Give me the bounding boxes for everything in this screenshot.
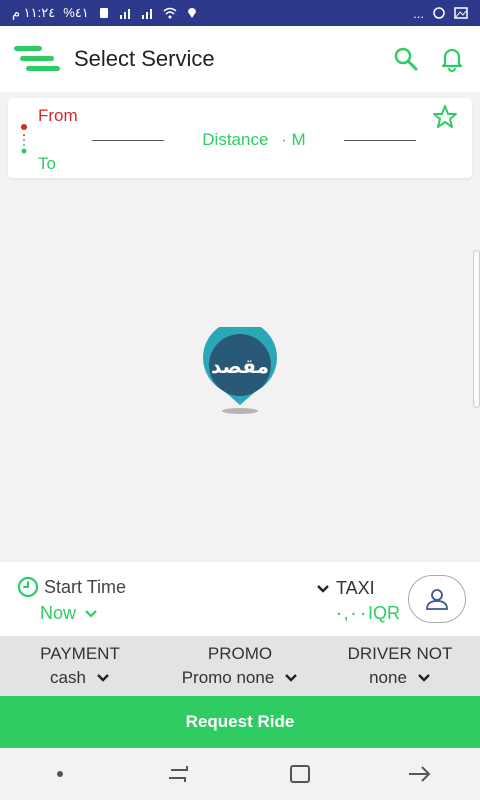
price-text: ۰,۰۰IQR xyxy=(334,603,401,623)
pin-text: مقصد xyxy=(210,354,270,378)
option-label: PROMO xyxy=(207,644,273,663)
payment-option[interactable]: PAYMENT cash xyxy=(0,636,160,696)
start-time-value: Now xyxy=(40,603,77,623)
route-dots-icon xyxy=(21,124,27,154)
chevron-down-icon xyxy=(97,674,109,682)
divider-right xyxy=(343,139,416,141)
battery-text: %٤١ xyxy=(63,5,89,20)
divider-left xyxy=(92,139,164,141)
route-card: From Distance · M To xyxy=(8,98,472,178)
wifi-icon xyxy=(163,7,177,19)
distance-text: Distance · M xyxy=(202,130,305,150)
start-time[interactable]: Start Time xyxy=(16,575,126,599)
option-value: none xyxy=(369,668,407,687)
back-button[interactable] xyxy=(400,754,440,794)
status-bar: ١١:٢٤ م %٤١ ... xyxy=(0,0,480,26)
option-label: DRIVER NOT xyxy=(347,644,453,663)
option-value-row: none xyxy=(369,668,431,688)
driver-note-option[interactable]: DRIVER NOT none xyxy=(320,636,480,696)
chevron-down-icon xyxy=(285,674,298,682)
option-value: cash xyxy=(50,668,86,687)
option-label: PAYMENT xyxy=(40,644,120,663)
option-value: Promo none xyxy=(181,668,275,687)
search-icon[interactable] xyxy=(392,45,420,73)
chevron-down-icon xyxy=(317,584,329,593)
promo-option[interactable]: PROMO Promo none xyxy=(160,636,320,696)
distance-row: Distance · M xyxy=(92,130,416,150)
location-icon xyxy=(187,8,196,18)
app-header: Select Service xyxy=(0,26,480,92)
from-field[interactable]: From xyxy=(38,106,78,126)
distance-label: Distance xyxy=(202,130,269,149)
chevron-down-icon xyxy=(418,674,430,682)
vehicle-label: TAXI xyxy=(336,578,375,598)
avatar[interactable] xyxy=(408,575,466,623)
dot-icon xyxy=(57,771,63,777)
page-title: Select Service xyxy=(74,46,215,71)
status-left: ١١:٢٤ م %٤١ xyxy=(12,5,199,21)
battery-icon xyxy=(99,8,108,18)
status-dots: ... xyxy=(413,5,424,21)
options-bar: PAYMENT cash PROMO Promo none DRIVER NOT… xyxy=(0,636,480,696)
service-panel: Start Time Now TAXI ۰,۰۰IQR xyxy=(0,562,480,636)
option-value-row: cash xyxy=(50,668,110,688)
system-nav-bar xyxy=(0,748,480,800)
request-ride-button[interactable]: Request Ride xyxy=(0,696,480,748)
map-scroll-handle[interactable] xyxy=(473,250,480,408)
destination-pin[interactable]: مقصد xyxy=(194,320,286,417)
image-icon xyxy=(454,7,468,19)
header-actions xyxy=(392,45,466,73)
bell-icon[interactable] xyxy=(438,45,466,73)
vehicle-dropdown[interactable]: TAXI xyxy=(316,578,375,599)
start-time-label: Start Time xyxy=(44,576,127,597)
back-arrow-icon xyxy=(409,766,431,782)
home-icon xyxy=(290,765,310,783)
clock-icon xyxy=(17,576,39,598)
star-icon[interactable] xyxy=(432,104,458,130)
user-icon xyxy=(426,589,448,610)
app-notification-icon xyxy=(433,7,445,19)
recent-apps-icon xyxy=(169,766,188,782)
clock-text: ١١:٢٤ م xyxy=(12,5,56,20)
signal-icon xyxy=(119,9,130,19)
home-button[interactable] xyxy=(280,754,320,794)
recent-apps-button[interactable] xyxy=(160,754,200,794)
signal-icon-2 xyxy=(141,9,152,19)
distance-unit: · M xyxy=(281,130,306,149)
start-time-dropdown[interactable]: Now xyxy=(40,603,98,624)
chevron-down-icon xyxy=(85,609,97,618)
option-value-row: Promo none xyxy=(182,668,299,688)
to-field[interactable]: To xyxy=(38,154,56,174)
nav-dot-button[interactable] xyxy=(40,754,80,794)
status-right: ... xyxy=(413,6,468,21)
menu-icon[interactable] xyxy=(14,44,60,74)
